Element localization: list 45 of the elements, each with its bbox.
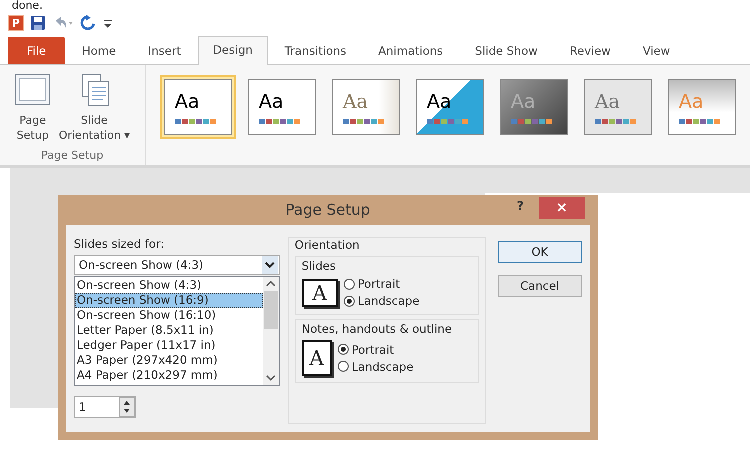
ribbon-tab[interactable]: Insert bbox=[133, 37, 196, 64]
ribbon-tab[interactable]: Home bbox=[67, 37, 132, 64]
group-label: Page Setup bbox=[41, 149, 104, 164]
theme-thumbnail[interactable]: Aa bbox=[160, 75, 236, 139]
group-title: Notes, handouts & outline bbox=[302, 322, 454, 336]
list-item[interactable]: On-screen Show (16:9) bbox=[75, 293, 263, 308]
cancel-button[interactable]: Cancel bbox=[498, 275, 582, 297]
up-down-icon bbox=[119, 397, 135, 417]
save-icon[interactable] bbox=[30, 15, 46, 31]
dialog-title: Page Setup bbox=[286, 201, 370, 219]
radio-option[interactable]: Landscape bbox=[344, 294, 420, 308]
ribbon-tab[interactable]: Transitions bbox=[270, 37, 362, 64]
page-setup-button[interactable]: Page Setup bbox=[12, 71, 54, 149]
help-button[interactable]: ? bbox=[517, 199, 524, 213]
field-label: Slides sized for: bbox=[74, 237, 166, 251]
ribbon-tab[interactable]: Animations bbox=[364, 37, 458, 64]
app-logo[interactable]: P bbox=[8, 15, 24, 31]
group-title: Slides bbox=[302, 259, 337, 273]
group-title: Orientation bbox=[294, 238, 361, 252]
ribbon-tab[interactable]: File bbox=[8, 37, 66, 64]
ribbon-tab[interactable]: View bbox=[628, 37, 686, 64]
ribbon-tab[interactable]: Slide Show bbox=[460, 37, 553, 64]
caption-text: done. bbox=[11, 0, 44, 12]
list-item[interactable]: On-screen Show (4:3) bbox=[75, 278, 263, 293]
redo-icon[interactable] bbox=[80, 15, 96, 31]
ribbon-tab[interactable]: Review bbox=[554, 37, 626, 64]
chevron-down-icon bbox=[262, 256, 278, 274]
list-item[interactable]: A3 Paper (297x420 mm) bbox=[75, 353, 263, 368]
scrollbar[interactable] bbox=[262, 277, 279, 385]
radio-option[interactable]: Landscape bbox=[338, 360, 414, 374]
page-setup-icon bbox=[14, 73, 51, 107]
ok-button[interactable]: OK bbox=[498, 241, 582, 263]
slide-orientation-button[interactable]: Slide Orientation ▾ bbox=[56, 71, 134, 149]
ribbon-tab[interactable]: Design bbox=[198, 36, 268, 65]
page-icon: A bbox=[302, 278, 338, 306]
close-button[interactable]: × bbox=[539, 197, 585, 219]
list-item[interactable]: A4 Paper (210x297 mm) bbox=[75, 368, 263, 383]
list-item[interactable]: Ledger Paper (11x17 in) bbox=[75, 338, 263, 353]
number-spinner[interactable]: 1 bbox=[74, 396, 136, 418]
size-dropdown[interactable]: On-screen Show (4:3) bbox=[74, 255, 280, 275]
list-item[interactable]: Letter Paper (8.5x11 in) bbox=[75, 323, 263, 338]
list-item[interactable]: On-screen Show (16:10) bbox=[75, 308, 263, 323]
page-icon: A bbox=[302, 340, 332, 376]
radio-option[interactable]: Portrait bbox=[344, 277, 420, 291]
radio-option[interactable]: Portrait bbox=[338, 342, 414, 356]
